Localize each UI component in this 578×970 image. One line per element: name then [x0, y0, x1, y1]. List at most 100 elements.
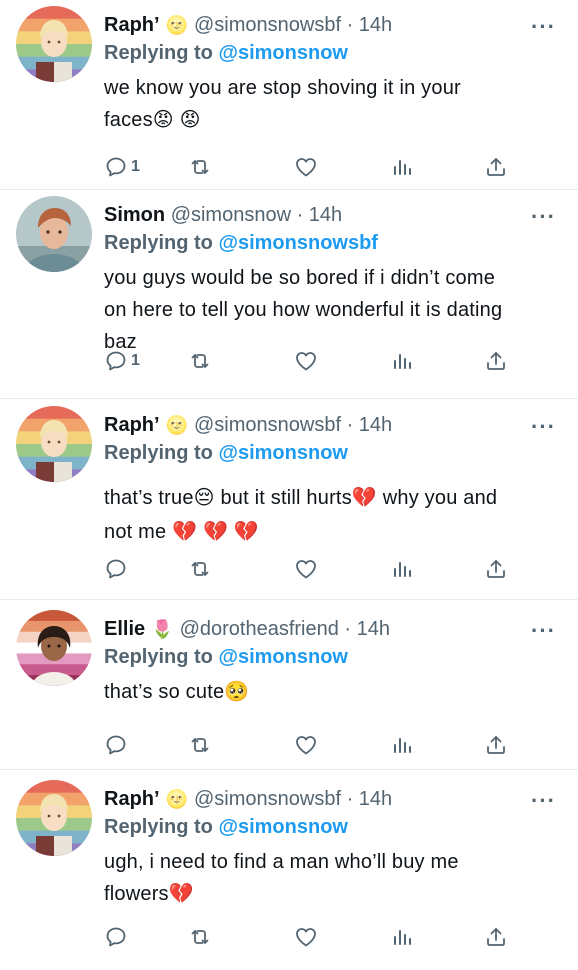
timestamp[interactable]: · 14h: [297, 204, 343, 226]
share-button[interactable]: [484, 732, 508, 758]
heart-icon: [294, 733, 318, 757]
replying-to: Replying to @simonsnow: [104, 40, 348, 66]
timestamp[interactable]: · 14h: [344, 618, 390, 640]
avatar[interactable]: [16, 6, 92, 82]
replying-to-handle[interactable]: @simonsnow: [218, 816, 348, 838]
more-dots-icon[interactable]: ···: [531, 416, 556, 438]
tweet[interactable]: Raph’ 🌝 @simonsnowsbf · 14h ··· Replying to …: [0, 406, 578, 596]
share-upload-icon: [484, 155, 508, 179]
like-button[interactable]: [294, 924, 318, 950]
reply-button[interactable]: 1: [104, 154, 140, 180]
name-emoji: 🌝: [165, 15, 188, 35]
share-button[interactable]: [484, 154, 508, 180]
tweet-text-line: faces😡 😡: [104, 109, 201, 131]
heart-icon: [294, 557, 318, 581]
retweet-icon: [188, 733, 212, 757]
retweet-icon: [188, 349, 212, 373]
username-handle[interactable]: @simonsnowsbf: [194, 14, 341, 36]
replying-to: Replying to @simonsnow: [104, 814, 348, 840]
tweet[interactable]: Simon @simonsnow · 14h ··· Replying to @si…: [0, 196, 578, 386]
tweet-actions: [104, 924, 504, 950]
more-dots-icon[interactable]: ···: [531, 16, 556, 38]
username-handle[interactable]: @simonsnowsbf: [194, 788, 341, 810]
display-name[interactable]: Ellie: [104, 618, 145, 640]
tweet-divider: [0, 599, 578, 600]
timestamp[interactable]: · 14h: [347, 414, 393, 436]
username-handle[interactable]: @simonsnowsbf: [194, 414, 341, 436]
reply-button[interactable]: [104, 924, 128, 950]
replying-to-handle[interactable]: @simonsnow: [218, 646, 348, 668]
timestamp[interactable]: · 14h: [347, 14, 393, 36]
share-button[interactable]: [484, 924, 508, 950]
tweet-actions: [104, 732, 504, 758]
reply-bubble-icon: [104, 557, 128, 581]
retweet-button[interactable]: [188, 924, 212, 950]
tweet[interactable]: Raph’ 🌝 @simonsnowsbf · 14h ··· Replying to …: [0, 780, 578, 970]
analytics-bars-icon: [390, 925, 414, 949]
reply-button[interactable]: [104, 556, 128, 582]
avatar[interactable]: [16, 406, 92, 482]
username-handle[interactable]: @dorotheasfriend: [180, 618, 339, 640]
tweet-divider: [0, 398, 578, 399]
retweet-button[interactable]: [188, 154, 212, 180]
replying-to: Replying to @simonsnow: [104, 440, 348, 466]
tweet-header: Raph’ 🌝 @simonsnowsbf · 14h: [104, 412, 528, 438]
heart-icon: [294, 925, 318, 949]
reply-button[interactable]: 1: [104, 348, 140, 374]
like-button[interactable]: [294, 732, 318, 758]
avatar[interactable]: [16, 196, 92, 272]
share-upload-icon: [484, 925, 508, 949]
tweet[interactable]: Raph’ 🌝 @simonsnowsbf · 14h ··· Replying to …: [0, 6, 578, 196]
analytics-button[interactable]: [390, 924, 414, 950]
reply-bubble-icon: [104, 155, 128, 179]
replying-to-handle[interactable]: @simonsnow: [218, 442, 348, 464]
display-name[interactable]: Raph’: [104, 414, 160, 436]
display-name[interactable]: Raph’: [104, 788, 160, 810]
avatar[interactable]: [16, 780, 92, 856]
name-emoji: 🌝: [165, 789, 188, 809]
reply-bubble-icon: [104, 925, 128, 949]
analytics-bars-icon: [390, 557, 414, 581]
retweet-button[interactable]: [188, 348, 212, 374]
like-button[interactable]: [294, 154, 318, 180]
replying-to: Replying to @simonsnow: [104, 644, 348, 670]
replying-to-handle[interactable]: @simonsnow: [218, 42, 348, 64]
tweet-header: Raph’ 🌝 @simonsnowsbf · 14h: [104, 12, 528, 38]
analytics-button[interactable]: [390, 732, 414, 758]
heart-icon: [294, 155, 318, 179]
more-dots-icon[interactable]: ···: [531, 790, 556, 812]
name-emoji: 🌷: [151, 619, 174, 639]
analytics-button[interactable]: [390, 556, 414, 582]
reply-bubble-icon: [104, 349, 128, 373]
like-button[interactable]: [294, 348, 318, 374]
analytics-bars-icon: [390, 155, 414, 179]
more-dots-icon[interactable]: ···: [531, 206, 556, 228]
display-name[interactable]: Raph’: [104, 14, 160, 36]
analytics-button[interactable]: [390, 154, 414, 180]
tweet-actions: [104, 556, 504, 582]
retweet-button[interactable]: [188, 732, 212, 758]
replying-to-handle[interactable]: @simonsnowsbf: [218, 232, 378, 254]
timestamp[interactable]: · 14h: [347, 788, 393, 810]
heart-icon: [294, 349, 318, 373]
replying-to-label: Replying to: [104, 816, 213, 838]
avatar[interactable]: [16, 610, 92, 686]
share-button[interactable]: [484, 556, 508, 582]
retweet-button[interactable]: [188, 556, 212, 582]
tweet-text: ugh, i need to find a man who’ll buy me f…: [104, 846, 560, 910]
retweet-icon: [188, 155, 212, 179]
tweet-actions: 1: [104, 154, 504, 180]
tweet-header: Raph’ 🌝 @simonsnowsbf · 14h: [104, 786, 528, 812]
analytics-button[interactable]: [390, 348, 414, 374]
tweet-text: that’s so cute🥺: [104, 676, 560, 708]
tweet-text-line: you guys would be so bored if i didn’t c…: [104, 267, 496, 289]
replying-to-label: Replying to: [104, 232, 213, 254]
username-handle[interactable]: @simonsnow: [171, 204, 291, 226]
like-button[interactable]: [294, 556, 318, 582]
display-name[interactable]: Simon: [104, 204, 165, 226]
share-button[interactable]: [484, 348, 508, 374]
analytics-bars-icon: [390, 349, 414, 373]
reply-button[interactable]: [104, 732, 128, 758]
more-dots-icon[interactable]: ···: [531, 620, 556, 642]
tweet[interactable]: Ellie 🌷 @dorotheasfriend · 14h ··· Replying …: [0, 610, 578, 800]
